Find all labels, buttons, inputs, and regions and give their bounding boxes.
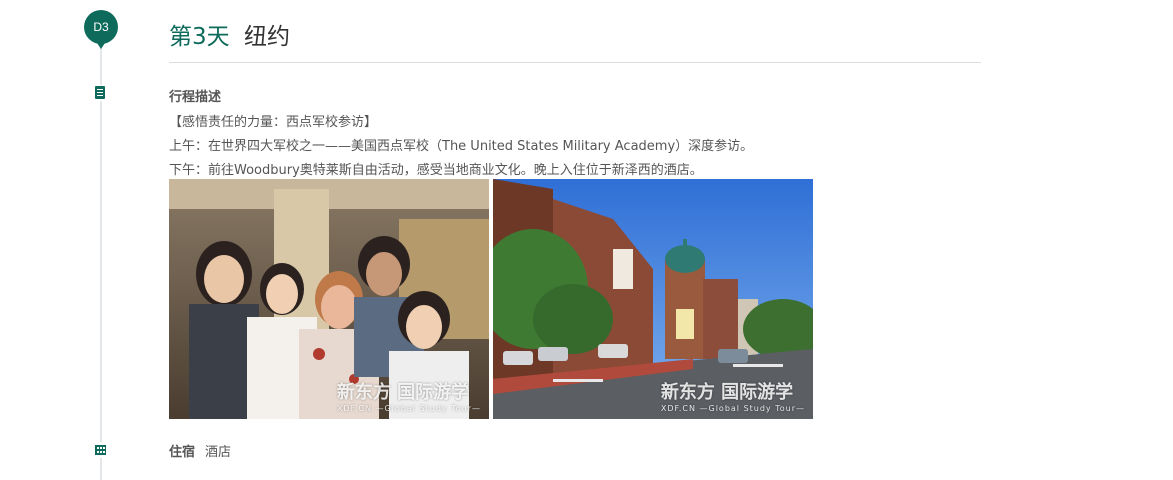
day-city: 纽约: [244, 24, 290, 50]
itinerary-line: 下午：前往Woodbury奥特莱斯自由活动，感受当地商业文化。晚上入住位于新泽西…: [169, 163, 703, 178]
stay-value: 酒店: [205, 445, 232, 460]
itinerary-line: 【感悟责任的力量：西点军校参访】: [169, 115, 378, 130]
group-photo: 新东方 国际游学 XDF.CN —Global Study Tour—: [169, 179, 489, 419]
photo-watermark: 新东方 国际游学 XDF.CN —Global Study Tour—: [336, 382, 481, 413]
building-icon: [93, 442, 107, 458]
photo-watermark: 新东方 国际游学 XDF.CN —Global Study Tour—: [660, 382, 805, 413]
stay-label: 住宿: [169, 445, 196, 460]
timeline-line: [100, 46, 102, 480]
document-icon: [93, 85, 107, 101]
itinerary-line: 上午：在世界四大军校之一——美国西点军校（The United States M…: [169, 139, 754, 154]
day-label: 第3天: [169, 24, 230, 50]
day-header: 第3天 纽约: [169, 14, 981, 63]
day-badge: D3: [84, 10, 118, 49]
campus-photo: 新东方 国际游学 XDF.CN —Global Study Tour—: [493, 179, 813, 419]
itinerary-section-title: 行程描述: [169, 90, 222, 105]
